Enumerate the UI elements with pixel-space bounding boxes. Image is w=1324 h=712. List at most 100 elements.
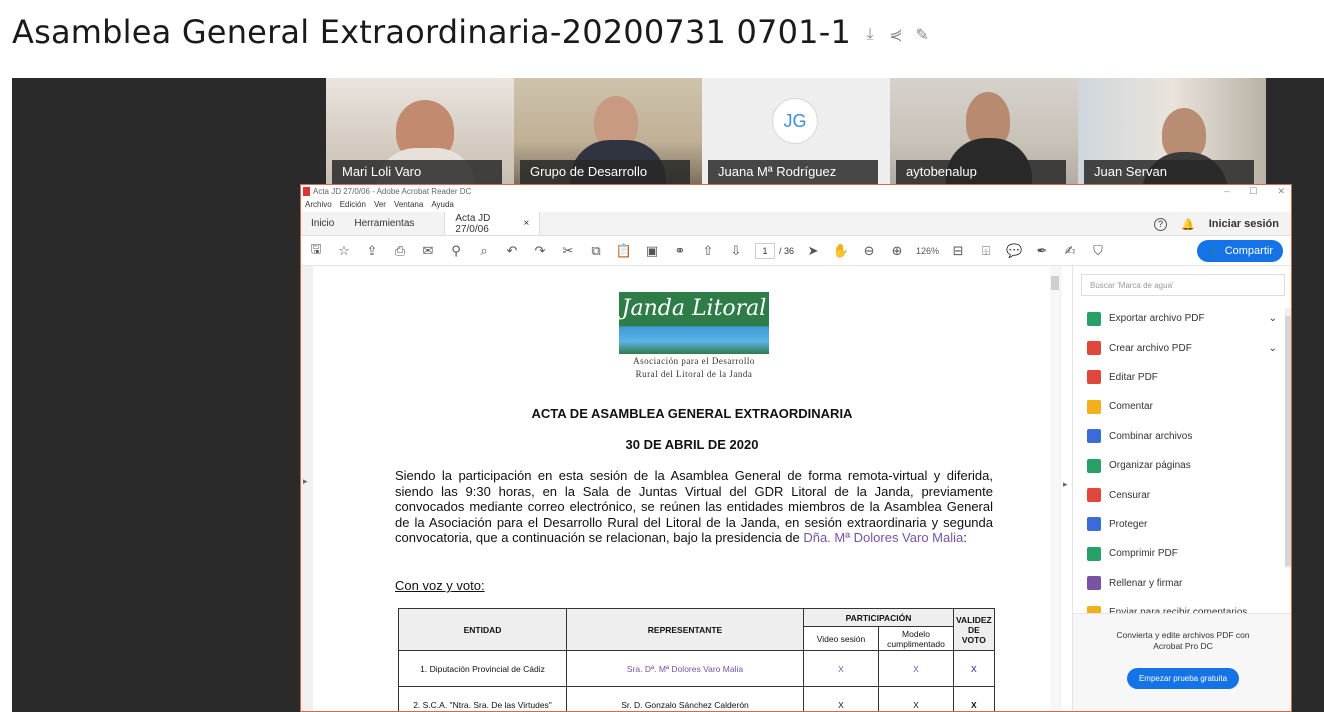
chevron-down-icon[interactable]: ⌄ (1269, 313, 1277, 324)
read-mode-icon[interactable]: ⌹ (977, 243, 995, 259)
tab-herramientas[interactable]: Herramientas (344, 212, 424, 235)
tool-item[interactable]: Comprimir PDF (1073, 539, 1291, 568)
print-icon[interactable]: ⎙ (391, 243, 409, 259)
page-up-icon[interactable]: ⇧ (699, 243, 717, 259)
redo-icon[interactable]: ↷ (531, 243, 549, 259)
promo-text: Convierta y edite archivos PDF con Acrob… (1116, 630, 1250, 651)
cell-entidad: 2. S.C.A. "Ntra. Sra. De las Virtudes" (398, 686, 567, 711)
page-down-icon[interactable]: ⇩ (727, 243, 745, 259)
signin-link[interactable]: Iniciar sesión (1209, 218, 1279, 230)
tool-item[interactable]: Censurar (1073, 480, 1291, 509)
tab-close-icon[interactable]: × (524, 218, 530, 229)
copy-icon[interactable]: ⧉ (587, 243, 605, 259)
menu-edicion[interactable]: Edición (340, 198, 366, 212)
download-icon[interactable]: ⤓ (859, 24, 881, 46)
participant-tile[interactable]: aytobenalup (890, 78, 1078, 184)
help-icon[interactable]: ? (1153, 217, 1167, 231)
page-fit-icon[interactable]: ⊟ (949, 243, 967, 259)
hand-icon[interactable]: ✋ (832, 243, 850, 259)
tool-item[interactable]: Crear archivo PDF ⌄ (1073, 333, 1291, 362)
tool-label: Rellenar y firmar (1109, 577, 1183, 589)
bell-icon[interactable]: 🔔 (1181, 218, 1195, 231)
zoom-in-icon[interactable]: ⊕ (888, 243, 906, 259)
pen-icon[interactable]: ✒ (1033, 243, 1051, 259)
tool-item[interactable]: Combinar archivos (1073, 422, 1291, 451)
participant-tile[interactable]: Grupo de Desarrollo (514, 78, 702, 184)
page-current-input[interactable]: 1 (755, 242, 775, 259)
tab-document[interactable]: Acta JD 27/0/06 × (444, 212, 541, 235)
document-scrollbar[interactable] (1050, 266, 1060, 711)
tool-item[interactable]: Comentar (1073, 392, 1291, 421)
video-player[interactable]: Mari Loli Varo Grupo de Desarrollo JG Ju… (12, 78, 1324, 712)
mail-icon[interactable]: ✉ (419, 243, 437, 259)
participant-name: aytobenalup (896, 160, 1066, 184)
tool-item[interactable]: Proteger (1073, 510, 1291, 539)
save-icon[interactable]: 🖫 (307, 240, 325, 262)
col-video-sesion: Video sesión (803, 626, 879, 651)
file-search-icon[interactable]: ⌕ (475, 243, 493, 259)
panel-scrollbar[interactable] (1285, 308, 1291, 568)
tool-item[interactable]: Editar PDF (1073, 363, 1291, 392)
tool-item[interactable]: Organizar páginas (1073, 451, 1291, 480)
panel-scroll-thumb[interactable] (1285, 316, 1291, 566)
zoom-select[interactable]: 126% (916, 246, 939, 256)
close-icon[interactable]: ✕ (1277, 185, 1285, 198)
add-user-icon: 👤 (1207, 245, 1221, 258)
cell-video: X (803, 650, 879, 687)
cell-representante: Sra. Dª. Mª Dolores Varo Malia (566, 650, 804, 687)
tools-search-input[interactable]: Buscar 'Marca de agua' (1081, 274, 1285, 296)
upload-icon[interactable]: ⇪ (363, 243, 381, 259)
col-participacion: PARTICIPACIÓN (803, 608, 954, 627)
minimize-icon[interactable]: – (1224, 185, 1229, 198)
chevron-down-icon[interactable]: ⌄ (1269, 343, 1277, 354)
tool-item[interactable]: Exportar archivo PDF ⌄ (1073, 304, 1291, 333)
tab-inicio[interactable]: Inicio (301, 212, 344, 235)
page-total: / 36 (779, 245, 795, 256)
col-validez: VALIDEZ DE VOTO (953, 608, 995, 651)
scroll-thumb[interactable] (1051, 276, 1059, 290)
tool-item[interactable]: Rellenar y firmar (1073, 569, 1291, 598)
tool-icon (1087, 311, 1101, 326)
participant-tile[interactable]: Juan Servan (1078, 78, 1266, 184)
avatar: JG (772, 98, 818, 144)
scissors-icon[interactable]: ✂ (559, 243, 577, 259)
participant-tile[interactable]: Mari Loli Varo (326, 78, 514, 184)
zoom-out-icon[interactable]: ⊖ (860, 243, 878, 259)
bookmark-star-icon[interactable]: ☆ (335, 243, 353, 259)
edit-icon[interactable]: ✎ (911, 24, 933, 46)
janda-litoral-logo: Janda Litoral Asociación para el Desarro… (619, 292, 769, 380)
logo-subtitle-1: Asociación para el Desarrollo (633, 356, 755, 366)
stamp-icon[interactable]: ⛉ (1089, 243, 1107, 259)
share-icon[interactable]: ⋞ (885, 24, 907, 46)
sign-icon[interactable]: ✍ (1061, 243, 1079, 259)
promo-box: Convierta y edite archivos PDF con Acrob… (1073, 613, 1291, 711)
left-panel-toggle-icon[interactable]: ▸ (303, 476, 308, 487)
undo-icon[interactable]: ↶ (503, 243, 521, 259)
select-cursor-icon[interactable]: ➤ (804, 243, 822, 259)
clipboard-icon[interactable]: 📋 (615, 243, 633, 259)
comment-icon[interactable]: 💬 (1005, 243, 1023, 259)
window-titlebar: Acta JD 27/0/06 - Adobe Acrobat Reader D… (301, 185, 1291, 198)
tool-label: Organizar páginas (1109, 460, 1191, 472)
zoom-search-icon[interactable]: ⚲ (447, 243, 465, 259)
document-view[interactable]: ▸ Janda Litoral Asociación para el Desar… (301, 266, 1061, 711)
right-panel-toggle-icon[interactable]: ▸ (1063, 479, 1068, 490)
snapshot-icon[interactable]: ▣ (643, 243, 661, 259)
binoculars-icon[interactable]: ⚭ (671, 243, 689, 259)
start-trial-button[interactable]: Empezar prueba gratuita (1126, 668, 1240, 689)
tool-label: Editar PDF (1109, 371, 1158, 383)
toolbar: 🖫 ☆ ⇪ ⎙ ✉ ⚲ ⌕ ↶ ↷ ✂ ⧉ 📋 ▣ ⚭ ⇧ ⇩ 1 / 36 ➤… (301, 236, 1291, 266)
cell-entidad: 1. Diputación Provincial de Cádiz (398, 650, 567, 687)
tool-label: Comprimir PDF (1109, 548, 1178, 560)
participant-tile[interactable]: JG Juana Mª Rodríguez (702, 78, 890, 184)
share-button[interactable]: 👤 Compartir (1197, 240, 1283, 262)
menu-ver[interactable]: Ver (374, 198, 386, 212)
tool-icon (1087, 517, 1101, 532)
menu-archivo[interactable]: Archivo (305, 198, 332, 212)
document-date: 30 DE ABRIL DE 2020 (625, 437, 759, 452)
table-row: 2. S.C.A. "Ntra. Sra. De las Virtudes" S… (398, 686, 995, 711)
members-table: ENTIDAD REPRESENTANTE PARTICIPACIÓN VALI… (398, 608, 995, 711)
menu-ventana[interactable]: Ventana (394, 198, 423, 212)
menu-ayuda[interactable]: Ayuda (431, 198, 454, 212)
maximize-icon[interactable]: ☐ (1249, 185, 1257, 198)
